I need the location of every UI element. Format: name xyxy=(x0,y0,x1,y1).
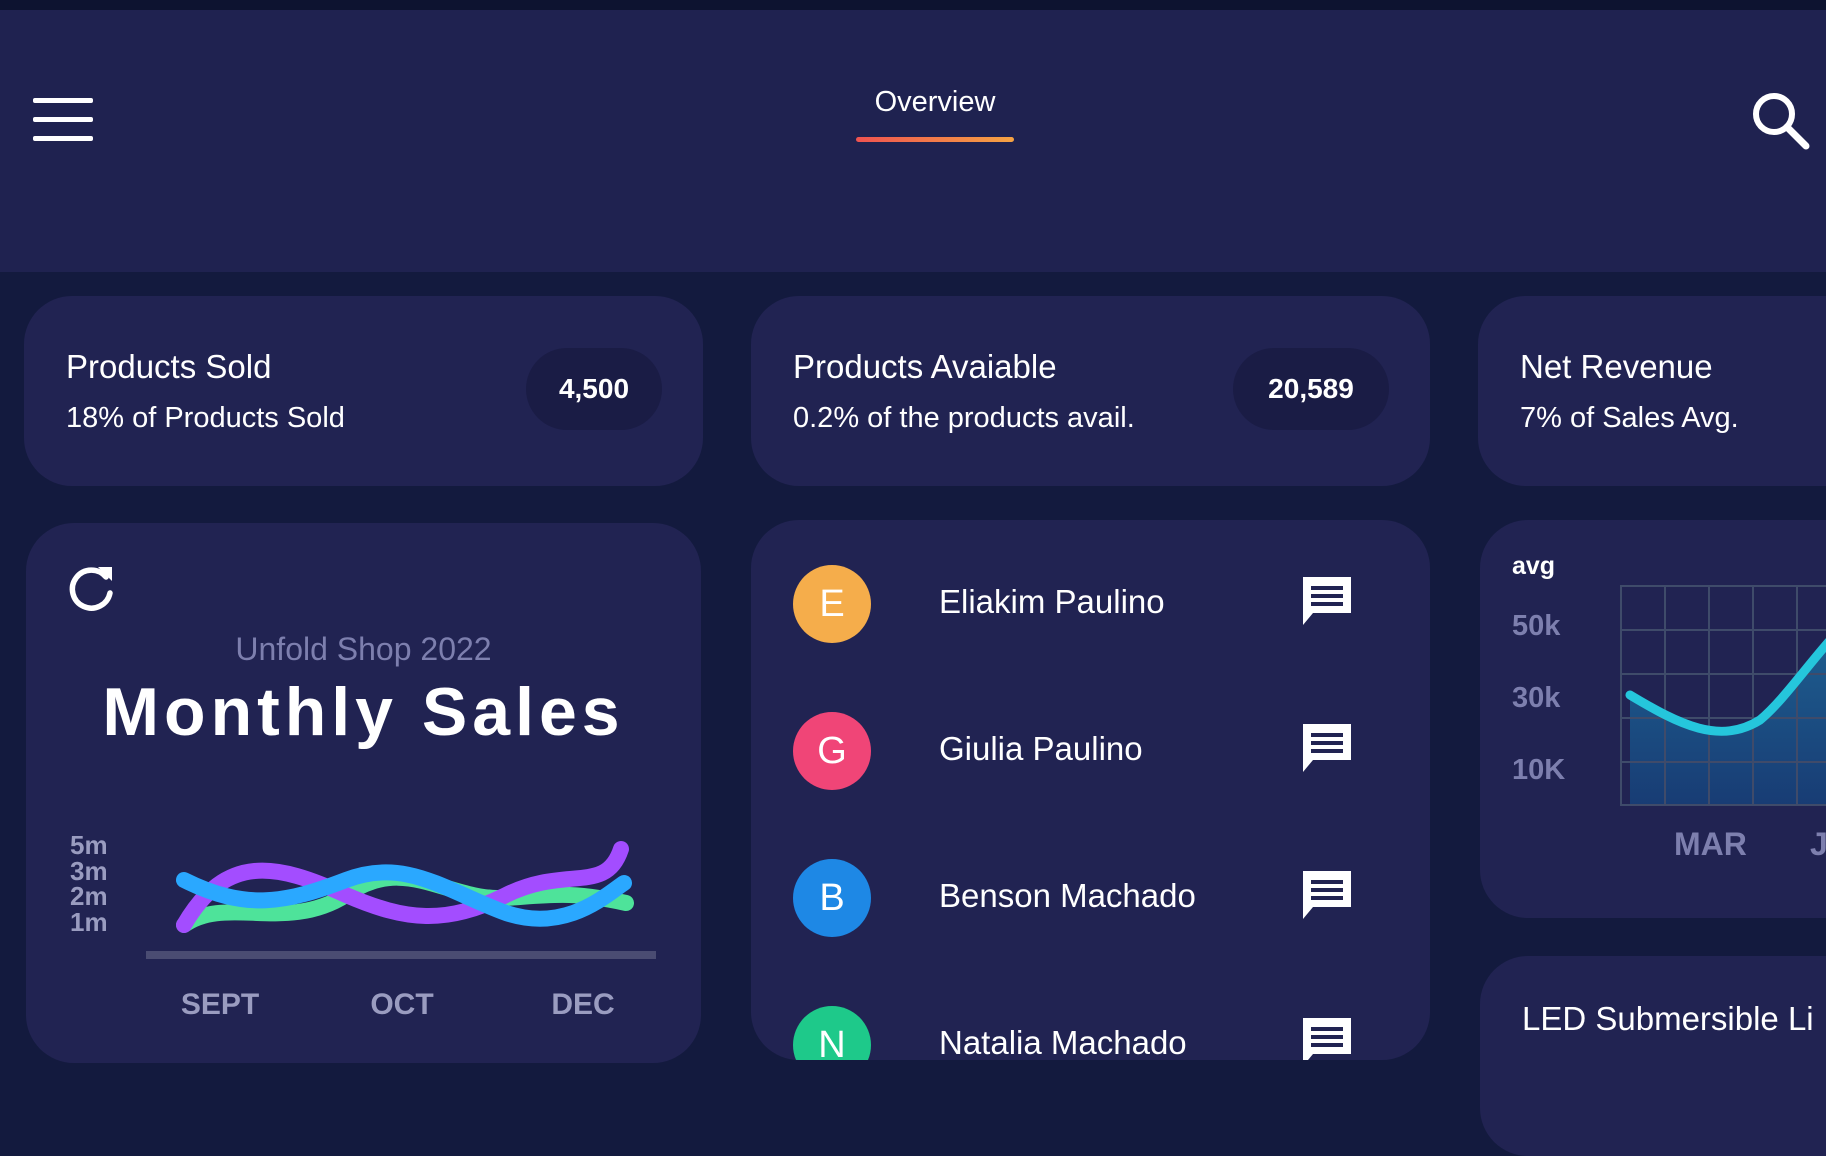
chat-icon[interactable] xyxy=(1299,1014,1355,1060)
avg-line-chart xyxy=(1620,585,1826,806)
stat-title: Net Revenue xyxy=(1520,348,1713,385)
stat-card-products-available: Products Avaiable 0.2% of the products a… xyxy=(751,296,1430,486)
list-item[interactable]: N Natalia Machado xyxy=(751,996,1430,1060)
avg-chart-card: avg 50k 30k 10K MAR J xyxy=(1480,520,1826,918)
stat-subtitle: 7% of Sales Avg. xyxy=(1520,402,1739,434)
product-card[interactable]: LED Submersible Li xyxy=(1480,956,1826,1156)
tab-indicator xyxy=(856,137,1014,142)
avg-label: avg xyxy=(1512,552,1556,580)
stat-title: Products Avaiable xyxy=(793,348,1057,385)
chat-icon[interactable] xyxy=(1299,867,1355,923)
list-item[interactable]: E Eliakim Paulino xyxy=(751,555,1430,655)
stat-subtitle: 18% of Products Sold xyxy=(66,402,345,434)
contact-name: Eliakim Paulino xyxy=(939,583,1165,620)
avatar: E xyxy=(793,565,871,643)
list-item[interactable]: B Benson Machado xyxy=(751,849,1430,949)
x-axis-label: DEC xyxy=(551,988,615,1021)
x-axis-label: OCT xyxy=(370,988,434,1021)
y-axis-label: 30k xyxy=(1512,682,1561,714)
x-axis-label: J xyxy=(1810,826,1826,862)
avatar: N xyxy=(793,1006,871,1060)
x-axis-label: MAR xyxy=(1674,826,1747,862)
chat-icon[interactable] xyxy=(1299,720,1355,776)
tab-overview[interactable]: Overview xyxy=(850,82,1020,142)
avatar: G xyxy=(793,712,871,790)
menu-icon[interactable] xyxy=(33,98,93,142)
stat-title: Products Sold xyxy=(66,348,272,385)
chat-icon[interactable] xyxy=(1299,573,1355,629)
stat-card-net-revenue: Net Revenue 7% of Sales Avg. xyxy=(1478,296,1826,486)
list-item[interactable]: G Giulia Paulino xyxy=(751,702,1430,802)
stat-subtitle: 0.2% of the products avail. xyxy=(793,402,1135,434)
contact-name: Giulia Paulino xyxy=(939,730,1143,767)
product-title: LED Submersible Li xyxy=(1522,1000,1814,1037)
contacts-card: E Eliakim Paulino G Giulia Paulino B Ben… xyxy=(751,520,1430,1060)
y-axis-label: 50k xyxy=(1512,610,1561,642)
y-axis-label: 10K xyxy=(1512,754,1566,786)
sales-wave-chart xyxy=(146,841,656,959)
avatar: B xyxy=(793,859,871,937)
status-strip xyxy=(0,0,1826,10)
tab-overview-label: Overview xyxy=(874,86,996,118)
stat-value-badge: 20,589 xyxy=(1233,348,1389,430)
chart-baseline xyxy=(146,951,656,959)
x-axis-label: SEPT xyxy=(180,988,260,1021)
monthly-sales-card: Unfold Shop 2022 Monthly Sales 5m 3m 2m … xyxy=(26,523,701,1063)
stat-card-products-sold: Products Sold 18% of Products Sold 4,500 xyxy=(24,296,703,486)
search-icon[interactable] xyxy=(1750,90,1810,150)
stat-value-badge: 4,500 xyxy=(526,348,662,430)
contact-name: Natalia Machado xyxy=(939,1024,1187,1060)
contact-name: Benson Machado xyxy=(939,877,1196,914)
app-bar: Overview xyxy=(0,10,1826,272)
